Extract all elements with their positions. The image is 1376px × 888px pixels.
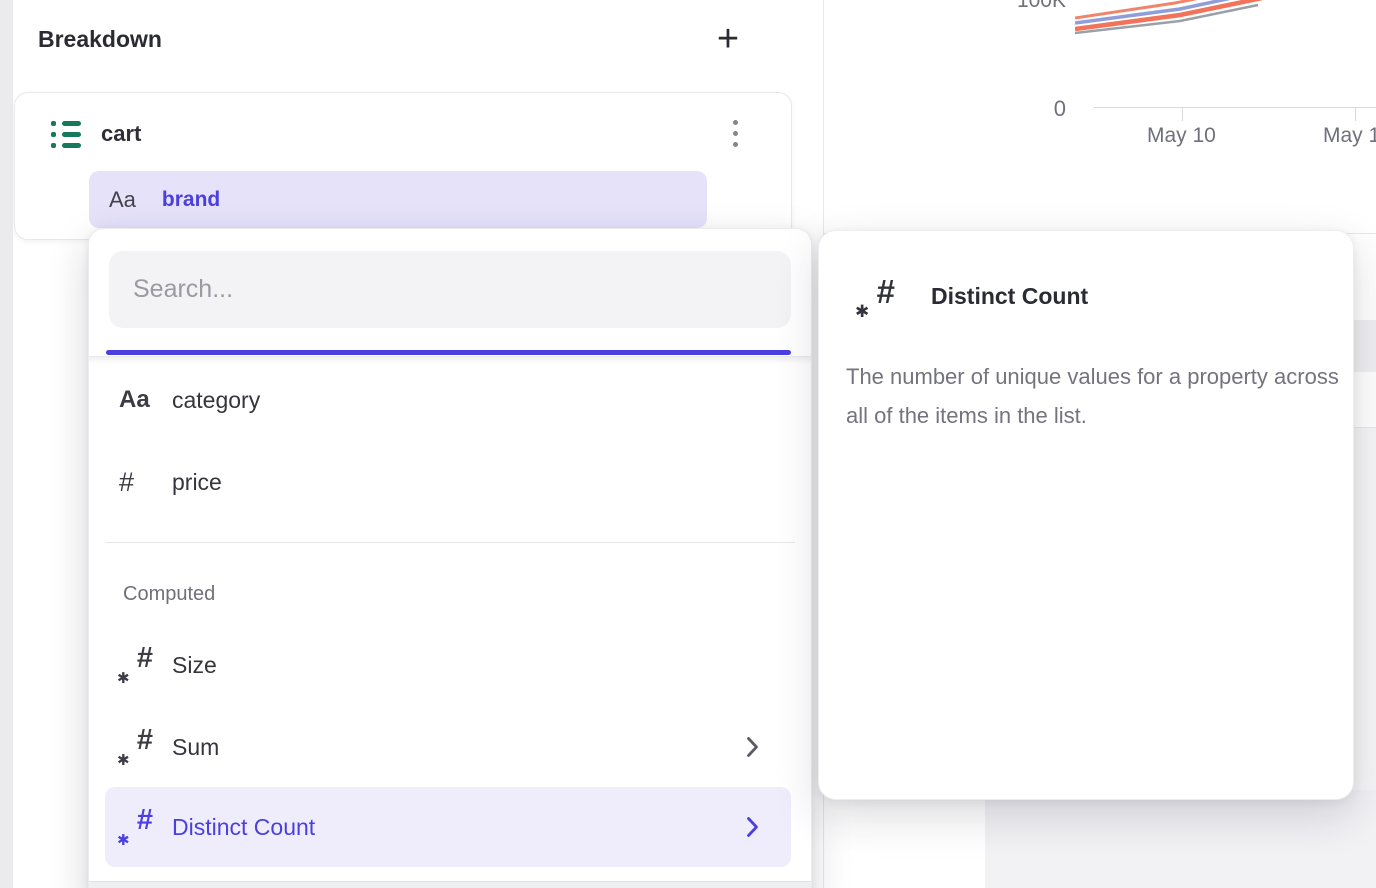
plus-icon: + [717,20,739,58]
computed-number-icon: #✱ [857,275,895,321]
option-label: Size [172,652,217,679]
computed-number-icon: #✱ [119,806,153,848]
option-label: Distinct Count [172,814,315,841]
y-axis-tick-0: 0 [1006,96,1066,122]
x-axis-line [1094,107,1376,108]
chevron-right-icon [746,816,759,838]
number-type-icon: # [119,467,134,498]
option-label: price [172,469,222,496]
chevron-right-icon [746,736,759,758]
text-type-icon: Aa [109,187,136,213]
section-divider [105,542,795,543]
breakdown-section-title: Breakdown [38,26,162,53]
property-option-price[interactable]: # price [105,441,791,523]
card-options-button[interactable] [719,109,751,157]
list-property-name: cart [101,121,141,147]
add-breakdown-button[interactable]: + [708,20,748,60]
computed-option-size[interactable]: #✱ Size [105,624,791,706]
computed-option-distinct-count[interactable]: #✱ Distinct Count [105,787,791,867]
option-label: Sum [172,734,219,761]
breakdown-card: cart Aa brand [14,92,792,240]
table-background [985,790,1376,888]
text-type-icon: Aa [119,386,150,414]
computed-number-icon: #✱ [119,726,153,768]
computed-number-icon: #✱ [119,644,153,686]
active-tab-indicator [106,350,791,355]
search-input[interactable] [109,251,791,328]
selected-property-name: brand [162,188,220,212]
kebab-icon [733,120,738,125]
x-axis-label-may10: May 10 [1147,124,1216,148]
tooltip-description: The number of unique values for a proper… [846,357,1346,435]
next-section-edge [89,882,811,888]
list-icon [51,121,81,148]
computed-option-sum[interactable]: #✱ Sum [105,706,791,788]
option-label: category [172,387,260,414]
x-axis-label-may1: May 1 [1323,124,1376,148]
app-root: 100K 0 May 10 May 1 Breakdown + cart Aa … [0,0,1376,888]
x-axis-tickmark [1182,107,1183,121]
computed-section-label: Computed [123,583,215,606]
tooltip-title: Distinct Count [931,283,1088,310]
distinct-count-tooltip: #✱ Distinct Count The number of unique v… [818,230,1354,800]
line-chart [1075,0,1275,46]
property-option-category[interactable]: Aa category [105,359,791,441]
x-axis-tickmark [1355,107,1356,121]
page-left-gutter [0,0,13,888]
y-axis-tick-100k: 100K [1006,0,1066,13]
property-dropdown: Aa category # price Computed #✱ Size #✱ … [88,228,812,888]
selected-breakdown-property[interactable]: Aa brand [89,171,707,228]
